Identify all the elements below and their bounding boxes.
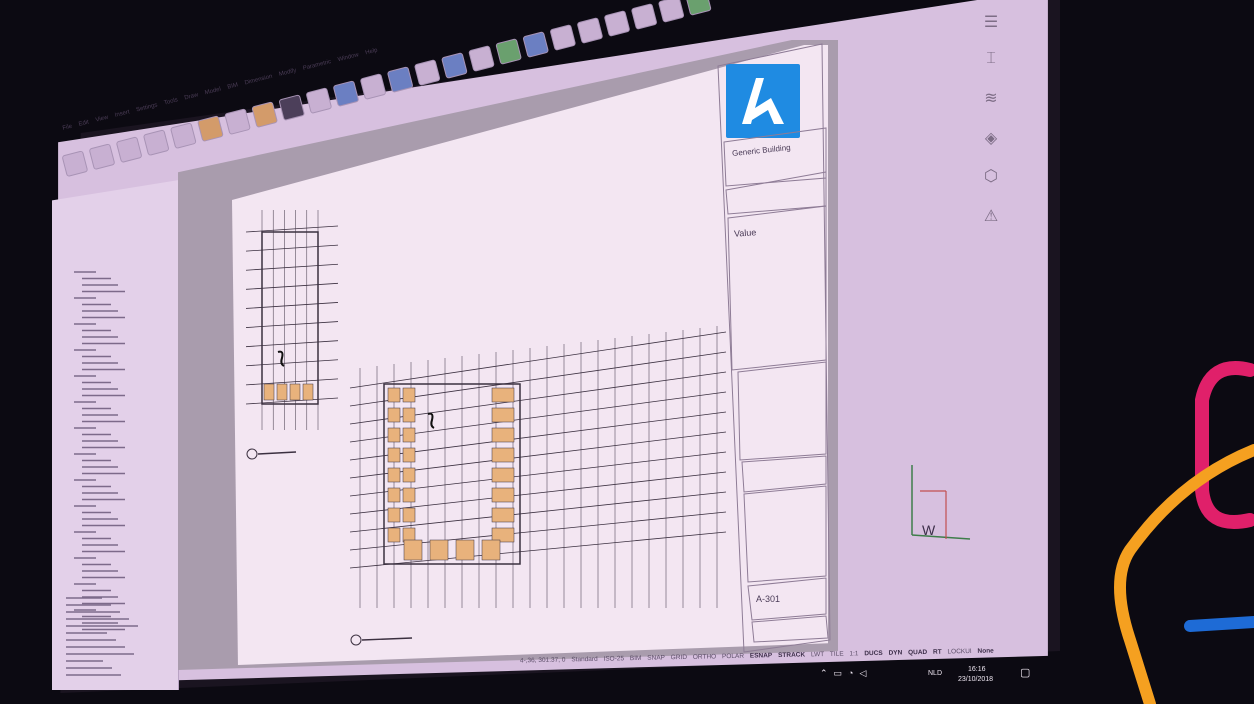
- toggle-tile[interactable]: TILE: [830, 651, 844, 658]
- structure-icon[interactable]: ⌶: [980, 48, 1002, 70]
- toggle-rt[interactable]: RT: [933, 649, 942, 656]
- text-style-standard[interactable]: Standard: [571, 656, 598, 664]
- clock-date[interactable]: 23/10/2018: [958, 676, 993, 683]
- toggle-ortho[interactable]: ORTHO: [693, 653, 717, 660]
- toggle-grid[interactable]: GRID: [671, 654, 687, 661]
- ucs-w-label: W: [922, 522, 936, 538]
- notification-icon[interactable]: ▢: [1020, 666, 1030, 679]
- background-neon-sign: [1114, 361, 1254, 704]
- language-indicator[interactable]: NLD: [928, 670, 942, 677]
- toggle-dyn[interactable]: DYN: [888, 649, 902, 656]
- toggle-ducs[interactable]: DUCS: [864, 650, 883, 657]
- coordinate-readout: 4-,36, 301.37, 0: [519, 656, 566, 665]
- toggle-scale[interactable]: 1:1: [849, 650, 858, 657]
- dim-style[interactable]: ISO-25: [603, 655, 624, 662]
- system-tray-icons[interactable]: ⌃▭◔◁: [820, 668, 872, 679]
- properties-icon[interactable]: ☰: [980, 12, 1002, 34]
- annotation-scale[interactable]: None: [977, 648, 993, 655]
- toggle-esnap[interactable]: ESNAP: [750, 652, 773, 659]
- workspace-bim[interactable]: BIM: [630, 655, 642, 662]
- toggle-lwt[interactable]: LWT: [811, 651, 824, 658]
- windows-taskbar: ⌃▭◔◁ NLD 16:16 23/10/2018 ▢: [800, 666, 1050, 694]
- layers-icon[interactable]: ◈: [980, 128, 1002, 150]
- toggle-snap[interactable]: SNAP: [647, 654, 665, 661]
- toggle-polar[interactable]: POLAR: [722, 653, 744, 660]
- right-panel-bar: ☰ ⌶ ≋ ◈ ⬡ ⚠: [960, 0, 1008, 650]
- toggle-lockui[interactable]: LOCKUI: [947, 648, 971, 656]
- toggle-quad[interactable]: QUAD: [908, 649, 927, 656]
- clock-time[interactable]: 16:16: [968, 666, 986, 673]
- components-icon[interactable]: ⬡: [980, 166, 1002, 188]
- title-block-frames: [717, 43, 831, 653]
- sliders-icon[interactable]: ≋: [980, 88, 1002, 110]
- warning-icon[interactable]: ⚠: [980, 206, 1002, 228]
- toggle-strack[interactable]: STRACK: [778, 651, 805, 659]
